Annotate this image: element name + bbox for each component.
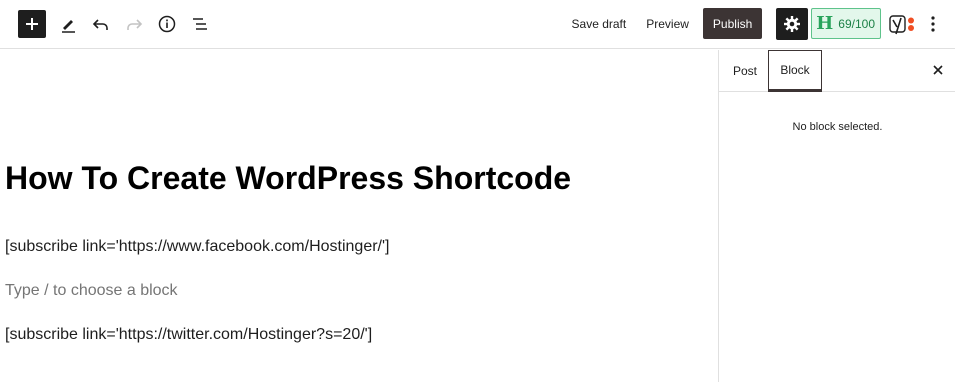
post-title[interactable]: How To Create WordPress Shortcode — [5, 160, 571, 197]
sidebar-tabs: Post Block — [719, 50, 955, 92]
block-appender-placeholder[interactable]: Type / to choose a block — [5, 282, 178, 300]
pencil-icon — [62, 20, 75, 33]
hemingway-logo-icon: H — [816, 13, 834, 34]
paragraph-block[interactable]: [subscribe link='https://www.facebook.co… — [5, 238, 390, 256]
list-view-icon — [193, 18, 207, 30]
more-vertical-icon — [931, 15, 935, 32]
editor-toolbar: Save draft Preview Publish H 69/100 — [0, 0, 955, 49]
close-sidebar-button[interactable] — [928, 60, 948, 80]
more-options-button[interactable] — [921, 10, 945, 38]
gear-icon — [784, 15, 801, 32]
tools-button[interactable] — [54, 10, 82, 38]
close-icon — [933, 65, 943, 75]
settings-sidebar: Post Block No block selected. — [718, 50, 955, 382]
plus-icon — [26, 18, 38, 30]
publish-button[interactable]: Publish — [702, 8, 763, 39]
undo-icon — [92, 19, 108, 30]
settings-button[interactable] — [776, 7, 809, 40]
yoast-logo-icon — [889, 14, 914, 34]
save-draft-button[interactable]: Save draft — [562, 9, 637, 39]
details-button[interactable] — [153, 10, 181, 38]
no-block-selected-message: No block selected. — [792, 121, 883, 133]
list-view-button[interactable] — [186, 10, 214, 38]
redo-button[interactable] — [120, 10, 148, 38]
tab-block[interactable]: Block — [768, 50, 822, 92]
yoast-seo-button[interactable] — [889, 10, 917, 38]
hemingway-score: 69/100 — [838, 16, 875, 31]
preview-button[interactable]: Preview — [636, 9, 699, 39]
redo-icon — [127, 19, 143, 30]
tab-post[interactable]: Post — [721, 50, 769, 92]
paragraph-block[interactable]: [subscribe link='https://twitter.com/Hos… — [5, 326, 372, 344]
hemingway-score-button[interactable]: H 69/100 — [811, 8, 881, 39]
info-icon — [158, 15, 176, 33]
editor-canvas[interactable]: How To Create WordPress Shortcode [subsc… — [0, 50, 718, 382]
toolbar-left-group — [18, 10, 214, 38]
undo-button[interactable] — [87, 10, 115, 38]
toolbar-right-group: Save draft Preview Publish H 69/100 — [562, 7, 945, 40]
add-block-button[interactable] — [18, 10, 46, 38]
